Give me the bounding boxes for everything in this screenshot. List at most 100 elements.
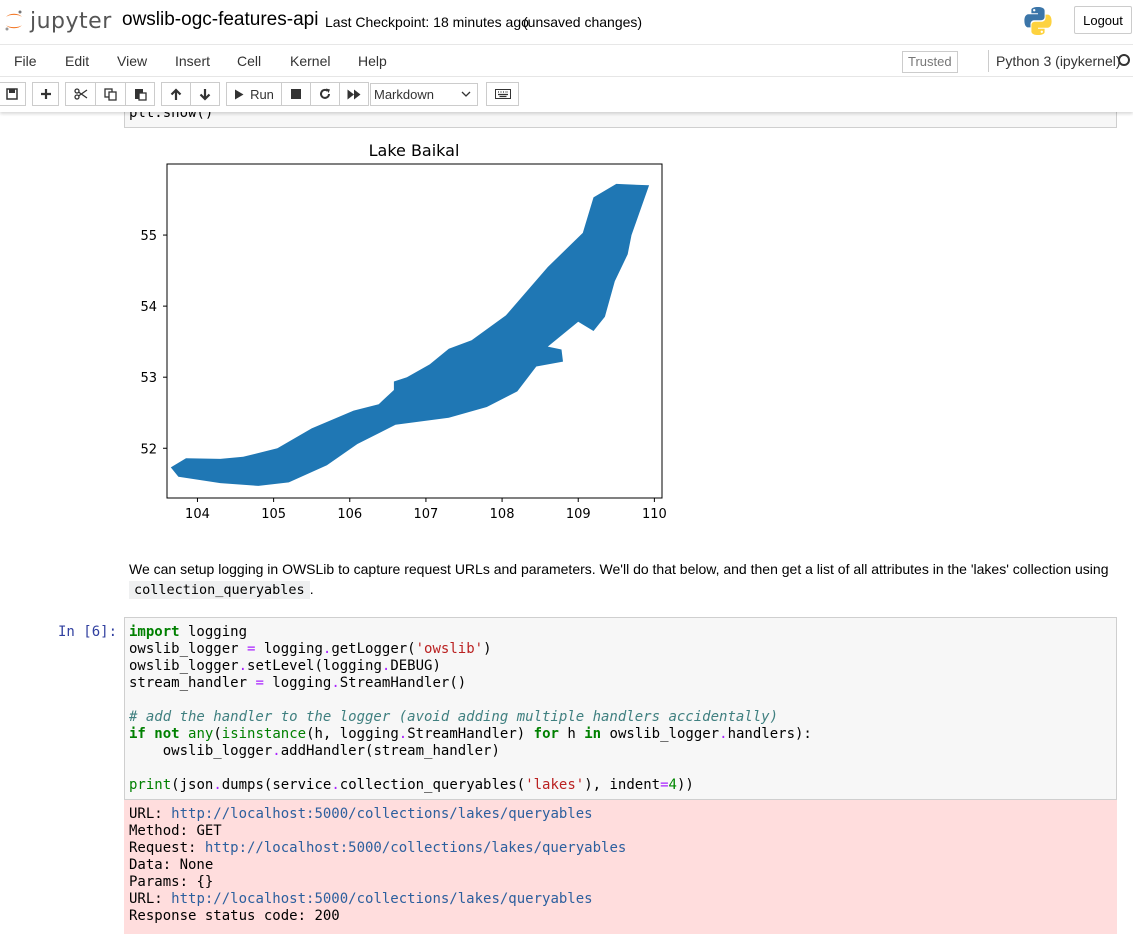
menu-help[interactable]: Help (358, 53, 387, 69)
markdown-cell[interactable]: We can setup logging in OWSLib to captur… (129, 559, 1109, 600)
stderr-label: Params: (129, 874, 197, 890)
save-icon (6, 88, 18, 100)
lake-polygon (170, 183, 650, 486)
x-axis: 104 105 106 107 108 109 110 (185, 498, 667, 522)
previous-code-cell[interactable]: plt.show() (124, 112, 1117, 128)
command-palette-button[interactable] (486, 82, 519, 106)
scissors-icon (73, 88, 87, 100)
jupyter-logo-icon (5, 10, 22, 31)
move-down-button[interactable] (190, 82, 220, 106)
stderr-value: None (179, 857, 214, 873)
menu-view[interactable]: View (117, 53, 147, 69)
jupyter-logo[interactable]: jupyter (4, 4, 112, 38)
restart-button[interactable] (310, 82, 340, 106)
previous-code-tail: plt.show() (129, 112, 214, 121)
toolbar: Run (0, 77, 1133, 112)
stderr-label: URL: (129, 806, 172, 822)
y-tick-label: 53 (140, 371, 157, 386)
stderr-line: URL: http://localhost:5000/collections/l… (129, 891, 626, 908)
stderr-line: URL: http://localhost:5000/collections/l… (129, 806, 626, 823)
stderr-value: 200 (314, 908, 340, 924)
stderr-value: GET (196, 823, 222, 839)
x-tick-label: 107 (414, 507, 439, 522)
stderr-line: Params: {} (129, 874, 626, 891)
checkpoint-status: Last Checkpoint: 18 minutes ago (325, 14, 529, 30)
y-tick-label: 54 (140, 300, 157, 315)
stderr-line: Data: None (129, 857, 626, 874)
stderr-url[interactable]: http://localhost:5000/collections/lakes/… (205, 840, 626, 856)
inline-code: collection_queryables (129, 581, 310, 599)
stderr-url[interactable]: http://localhost:5000/collections/lakes/… (171, 806, 592, 822)
chevron-down-icon (461, 91, 471, 97)
arrow-down-icon (199, 88, 211, 101)
x-tick-label: 108 (490, 507, 515, 522)
stop-icon (291, 89, 301, 99)
menu-file[interactable]: File (14, 53, 37, 69)
kernel-status-icon (1118, 54, 1130, 66)
save-button[interactable] (0, 82, 26, 106)
stderr-line: Request: http://localhost:5000/collectio… (129, 840, 626, 857)
notebook: plt.show() Lake Baikal 104 105 106 107 108 10… (0, 112, 1133, 934)
y-tick-label: 52 (140, 442, 157, 457)
move-up-button[interactable] (161, 82, 191, 106)
stderr-line: Response status code: 200 (129, 908, 626, 925)
logout-button[interactable]: Logout (1074, 6, 1132, 34)
menubar: File Edit View Insert Cell Kernel Help T… (0, 44, 1133, 77)
fast-forward-icon (347, 89, 361, 99)
python-logo-icon (1024, 7, 1052, 35)
autosave-status: (unsaved changes) (523, 14, 643, 30)
kernel-separator (988, 50, 989, 72)
restart-icon (320, 88, 330, 99)
cell-type-value: Markdown (374, 87, 434, 102)
stderr-line: Method: GET (129, 823, 626, 840)
stderr-label: Method: (129, 823, 197, 839)
y-axis: 52 53 54 55 (140, 229, 167, 457)
cell-type-select[interactable]: Markdown (370, 83, 478, 106)
stderr-url[interactable]: http://localhost:5000/collections/lakes/… (171, 891, 592, 907)
stderr-label: Response status code: (129, 908, 315, 924)
cell-prompt: In [6]: (58, 624, 118, 640)
restart-run-all-button[interactable] (339, 82, 369, 106)
trusted-indicator[interactable]: Trusted (902, 51, 958, 73)
menu-insert[interactable]: Insert (175, 53, 210, 69)
kernel-name: Python 3 (ipykernel) (996, 53, 1121, 69)
stderr-text: URL: http://localhost:5000/collections/l… (129, 806, 626, 925)
markdown-end: . (309, 581, 314, 597)
x-tick-label: 109 (566, 507, 591, 522)
run-label: Run (250, 86, 274, 102)
arrow-up-icon (170, 87, 182, 100)
interrupt-button[interactable] (281, 82, 311, 106)
stderr-label: URL: (129, 891, 172, 907)
x-tick-label: 110 (642, 507, 667, 522)
keyboard-icon (494, 89, 511, 99)
copy-icon (104, 87, 117, 101)
paste-icon (134, 89, 147, 101)
notebook-name[interactable]: owslib-ogc-features-api (122, 9, 318, 31)
markdown-text: We can setup logging in OWSLib to captur… (129, 561, 1109, 577)
menu-cell[interactable]: Cell (237, 53, 261, 69)
cut-button[interactable] (65, 82, 96, 106)
menu-edit[interactable]: Edit (65, 53, 89, 69)
plot-area (170, 183, 650, 486)
plot-frame (166, 163, 663, 499)
x-tick-label: 105 (261, 507, 286, 522)
play-icon (235, 89, 244, 99)
stderr-label: Data: (129, 857, 180, 873)
lake-baikal-plot: Lake Baikal 104 105 106 107 108 109 110 52 53 54… (140, 141, 667, 522)
header: jupyter owslib-ogc-features-api Last Che… (0, 0, 1133, 44)
code-cell-input[interactable]: import logging owslib_logger = logging.g… (124, 617, 1117, 800)
code-source: import logging owslib_logger = logging.g… (129, 624, 812, 793)
paste-button[interactable] (125, 82, 155, 106)
stderr-value: {} (196, 874, 214, 890)
jupyter-wordmark: jupyter (30, 8, 112, 34)
stderr-label: Request: (129, 840, 205, 856)
stderr-output: URL: http://localhost:5000/collections/l… (124, 800, 1117, 934)
run-button[interactable]: Run (226, 82, 282, 106)
x-tick-label: 104 (185, 507, 210, 522)
menu-kernel[interactable]: Kernel (290, 53, 330, 69)
y-tick-label: 55 (140, 229, 157, 244)
x-tick-label: 106 (337, 507, 362, 522)
insert-cell-button[interactable] (32, 82, 59, 106)
plot-title: Lake Baikal (369, 141, 460, 160)
copy-button[interactable] (95, 82, 126, 106)
